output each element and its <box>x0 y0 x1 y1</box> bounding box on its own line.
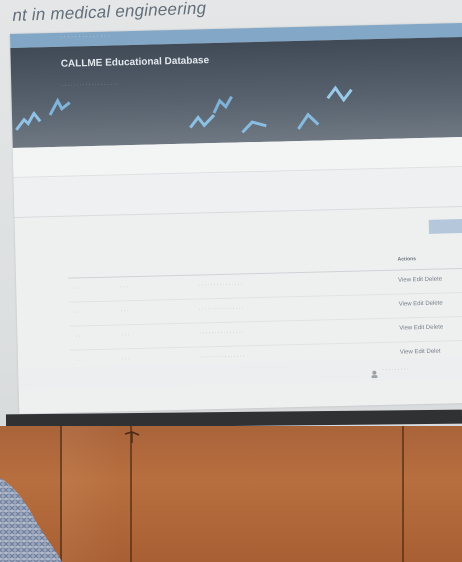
footer-text: · · · · · · · · · <box>382 366 409 374</box>
table-cell: · · · <box>120 308 129 315</box>
table-cell: · · · <box>120 284 129 291</box>
slide-heading: nt in medical engineering <box>12 0 207 25</box>
add-button[interactable] <box>428 218 462 234</box>
banner-figure-icon <box>208 95 236 116</box>
panel-seam <box>130 426 132 562</box>
wood-sheen <box>62 426 122 562</box>
table-cell: · · <box>75 333 81 340</box>
table-cell: · · · · · · · · · · · · · · · <box>198 305 244 313</box>
banner-figure-icon <box>325 84 353 105</box>
site-subtitle: · · · · · · · · · · · · · · · · · · · <box>61 81 118 89</box>
table-cell: · · · · · · · · · · · · · · · <box>199 353 245 361</box>
panel-seam <box>402 426 404 562</box>
wall-hook-icon <box>124 430 140 444</box>
row-actions-links[interactable]: View Edit Delet <box>400 349 441 356</box>
table-cell: · · · <box>121 332 130 339</box>
row-actions-links[interactable]: View Edit Delete <box>399 301 443 308</box>
banner-figure-icon <box>46 96 74 117</box>
table-cell: · · · · · · · · · · · · · · · <box>198 281 243 289</box>
site-banner: CALLME Educational Database · · · · · · … <box>10 36 462 148</box>
table-cell: · · · <box>121 356 130 363</box>
row-actions-links[interactable]: View Edit Delete <box>399 325 443 332</box>
row-actions-links[interactable]: View Edit Delete <box>398 277 442 284</box>
site-title: CALLME Educational Database <box>60 55 210 70</box>
banner-figure-icon <box>240 114 268 135</box>
data-table: Actions · · · · · · · · · · · · · · · · … <box>67 248 462 375</box>
table-cell: · · <box>74 309 80 316</box>
projected-screen: · · · · · · · · · · · · · · CALLME Educa… <box>10 22 462 414</box>
table-cell: · · <box>74 285 80 292</box>
table-cell: · · <box>75 357 81 364</box>
person-shoulder <box>0 478 70 562</box>
photo-scene: nt in medical engineering · · · · · · · … <box>0 0 462 562</box>
header-cell-actions: Actions <box>397 256 417 263</box>
banner-figure-icon <box>14 110 42 132</box>
user-icon <box>370 365 378 379</box>
banner-figure-icon <box>294 110 322 131</box>
site-top-bar-text: · · · · · · · · · · · · · · <box>60 33 110 41</box>
table-cell: · · · · · · · · · · · · · · · <box>199 329 244 337</box>
